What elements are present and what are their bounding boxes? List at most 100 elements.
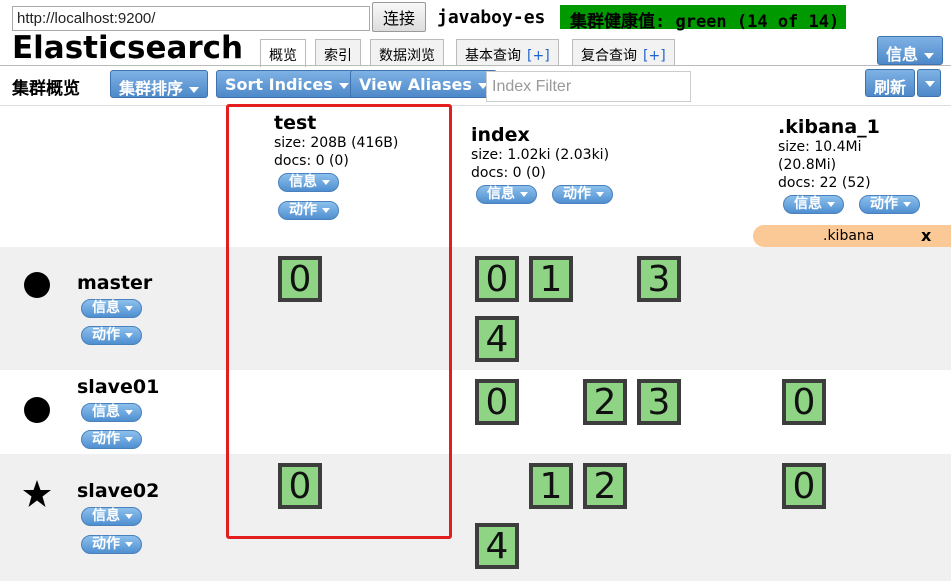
refresh-options-toggle[interactable] <box>917 69 941 97</box>
tab-overview[interactable]: 概览 <box>260 39 306 67</box>
index-docs: docs: 0 (0) <box>274 153 349 169</box>
index-test-action-button[interactable]: 动作 <box>278 201 339 220</box>
pill-label: 信息 <box>794 196 822 212</box>
tab-browser[interactable]: 数据浏览 <box>370 39 444 66</box>
chevron-down-icon <box>338 82 349 89</box>
chevron-down-icon <box>125 305 133 311</box>
index-size-total: (20.8Mi) <box>778 157 837 173</box>
chevron-down-icon <box>322 179 330 185</box>
index-index-info-button[interactable]: 信息 <box>476 185 537 204</box>
tab-compound-query[interactable]: 复合查询 [+] <box>572 39 675 66</box>
shard-master-index-3[interactable]: 3 <box>637 256 681 302</box>
info-menu-button[interactable]: 信息 <box>877 36 944 65</box>
node-circle-icon <box>24 397 50 423</box>
shard-master-index-0[interactable]: 0 <box>475 256 519 302</box>
tab-label: 数据浏览 <box>379 48 435 64</box>
chevron-down-icon <box>322 207 330 213</box>
tab-label: 概览 <box>269 48 297 64</box>
shard-slave01-kibana-0[interactable]: 0 <box>782 379 826 425</box>
index-kibana-action-button[interactable]: 动作 <box>859 195 920 214</box>
sort-indices-button[interactable]: Sort Indices <box>216 70 358 98</box>
node-slave01-action-button[interactable]: 动作 <box>81 430 142 449</box>
node-slave02-action-button[interactable]: 动作 <box>81 535 142 554</box>
node-name-master: master <box>77 272 153 294</box>
tab-label: 基本查询 <box>465 48 521 64</box>
chevron-down-icon <box>903 201 911 207</box>
shard-slave01-index-2[interactable]: 2 <box>583 379 627 425</box>
sort-indices-label: Sort Indices <box>225 75 333 94</box>
cluster-health-badge: 集群健康值: green (14 of 14) <box>560 5 846 32</box>
star-icon <box>23 480 51 507</box>
index-name: test <box>274 112 317 134</box>
index-header-test: test size: 208B (416B) docs: 0 (0) <box>274 112 398 170</box>
shard-slave01-index-0[interactable]: 0 <box>475 379 519 425</box>
node-slave01-info-button[interactable]: 信息 <box>81 403 142 422</box>
pill-label: 信息 <box>289 174 317 190</box>
shard-slave02-index-1[interactable]: 1 <box>529 463 573 509</box>
page-title: 集群概览 <box>12 79 80 99</box>
shard-slave02-test-0[interactable]: 0 <box>278 463 322 509</box>
pill-label: 动作 <box>92 536 120 552</box>
index-kibana-info-button[interactable]: 信息 <box>783 195 844 214</box>
node-name-slave02: slave02 <box>77 480 160 502</box>
chevron-down-icon <box>125 436 133 442</box>
chevron-down-icon <box>125 513 133 519</box>
tab-label: 索引 <box>324 48 352 64</box>
chevron-down-icon <box>827 201 835 207</box>
index-test-info-button[interactable]: 信息 <box>278 173 339 192</box>
shard-master-test-0[interactable]: 0 <box>278 256 322 302</box>
shard-master-index-4[interactable]: 4 <box>475 316 519 362</box>
pill-label: 信息 <box>92 404 120 420</box>
node-master-action-button[interactable]: 动作 <box>81 326 142 345</box>
tab-label: 复合查询 <box>581 48 637 64</box>
connect-button[interactable]: 连接 <box>372 2 426 32</box>
tab-indices[interactable]: 索引 <box>315 39 361 66</box>
url-input[interactable] <box>12 6 370 31</box>
refresh-button[interactable]: 刷新 <box>865 69 916 97</box>
app-title: Elasticsearch <box>12 30 244 66</box>
refresh-label: 刷新 <box>874 78 907 97</box>
toolbar-divider <box>0 105 951 106</box>
node-master-info-button[interactable]: 信息 <box>81 299 142 318</box>
index-name: index <box>471 124 530 146</box>
index-name: .kibana_1 <box>778 116 880 138</box>
index-size: size: 1.02ki (2.03ki) <box>471 147 610 163</box>
tab-basic-query[interactable]: 基本查询 [+] <box>456 39 559 66</box>
index-docs: docs: 0 (0) <box>471 165 546 181</box>
add-query-icon[interactable]: [+] <box>643 48 666 64</box>
pill-label: 信息 <box>92 508 120 524</box>
shard-master-index-1[interactable]: 1 <box>529 256 573 302</box>
chevron-down-icon <box>596 191 604 197</box>
pill-label: 动作 <box>563 186 591 202</box>
cluster-name: javaboy-es <box>437 7 546 28</box>
node-slave02-info-button[interactable]: 信息 <box>81 507 142 526</box>
shard-slave02-index-4[interactable]: 4 <box>475 523 519 569</box>
cluster-sort-button[interactable]: 集群排序 <box>110 70 209 98</box>
chevron-down-icon <box>125 541 133 547</box>
index-size: size: 208B (416B) <box>274 135 399 151</box>
index-header-index: index size: 1.02ki (2.03ki) docs: 0 (0) <box>471 124 609 182</box>
shard-slave01-index-3[interactable]: 3 <box>637 379 681 425</box>
add-query-icon[interactable]: [+] <box>527 48 550 64</box>
chevron-down-icon <box>924 52 935 59</box>
shard-slave02-index-2[interactable]: 2 <box>583 463 627 509</box>
chevron-down-icon <box>189 86 200 93</box>
chevron-down-icon <box>520 191 528 197</box>
close-icon[interactable]: x <box>921 226 931 245</box>
pill-label: 动作 <box>870 196 898 212</box>
index-size: size: 10.4Mi <box>778 139 862 155</box>
index-docs: docs: 22 (52) <box>778 175 871 191</box>
alias-name: .kibana <box>823 228 875 244</box>
chevron-down-icon <box>125 409 133 415</box>
index-index-action-button[interactable]: 动作 <box>552 185 613 204</box>
index-filter-input[interactable] <box>486 71 691 102</box>
shard-slave02-kibana-0[interactable]: 0 <box>782 463 826 509</box>
view-aliases-button[interactable]: View Aliases <box>350 70 497 98</box>
index-header-kibana: .kibana_1 size: 10.4Mi (20.8Mi) docs: 22… <box>778 116 880 192</box>
master-node-circle-icon <box>24 272 50 298</box>
header-divider <box>0 65 951 66</box>
pill-label: 信息 <box>487 186 515 202</box>
info-label: 信息 <box>886 45 919 64</box>
node-name-slave01: slave01 <box>77 376 160 398</box>
view-aliases-label: View Aliases <box>359 75 472 94</box>
